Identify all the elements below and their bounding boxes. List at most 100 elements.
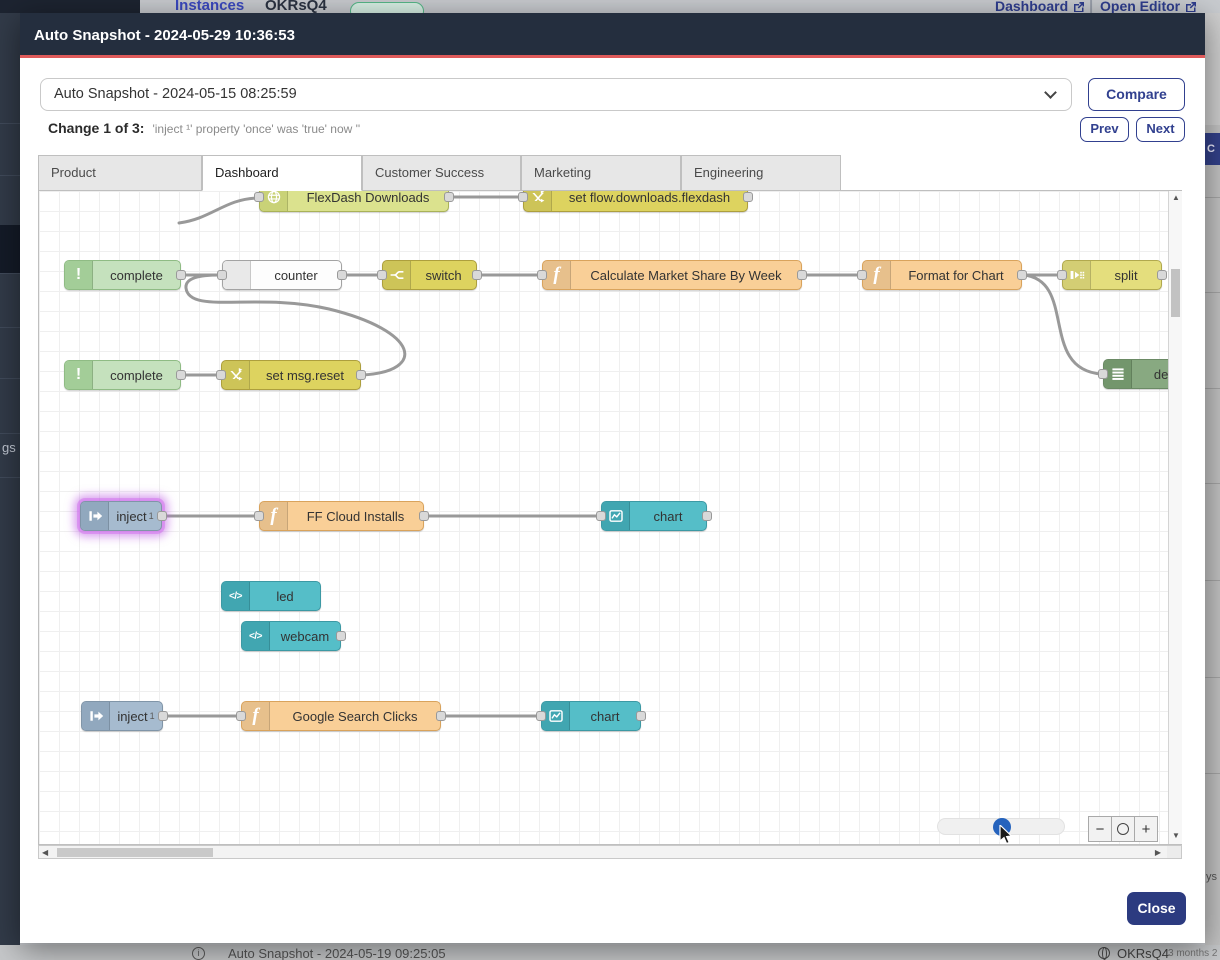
next-change-button[interactable]: Next [1136, 117, 1185, 142]
flow-node-inject-1[interactable]: inject1 [80, 501, 162, 531]
open-editor-link[interactable]: Open Editor [1100, 0, 1197, 13]
background-top-bar: Instances OKRsQ4 Dashboard | Open Editor [0, 0, 1220, 13]
node-output-port[interactable] [472, 270, 482, 280]
node-label: chart [570, 702, 640, 730]
node-output-port[interactable] [797, 270, 807, 280]
node-output-port[interactable] [337, 270, 347, 280]
flow-node-led[interactable]: </>led [221, 581, 321, 611]
mouse-cursor [999, 825, 1015, 844]
node-label: Google Search Clicks [270, 702, 440, 730]
node-label: chart [630, 502, 706, 530]
node-output-port[interactable] [356, 370, 366, 380]
background-snapshot-name: Auto Snapshot - 2024-05-19 09:25:05 [228, 946, 446, 960]
node-input-port[interactable] [254, 511, 264, 521]
node-input-port[interactable] [537, 270, 547, 280]
chevron-down-icon [1044, 86, 1057, 99]
modal-title: Auto Snapshot - 2024-05-29 10:36:53 [34, 13, 295, 58]
node-label: led [250, 582, 320, 610]
close-button[interactable]: Close [1127, 892, 1186, 925]
flow-node-inject-2[interactable]: inject1 [81, 701, 163, 731]
background-instance-name: OKRsQ4 [1117, 946, 1169, 960]
scroll-up-icon[interactable]: ▲ [1172, 193, 1180, 202]
vertical-scroll-thumb[interactable] [1171, 269, 1180, 317]
flow-node-flexdash-downloads[interactable]: FlexDash Downloads [259, 191, 449, 212]
node-label: inject1 [110, 702, 162, 730]
node-input-port[interactable] [536, 711, 546, 721]
scroll-down-icon[interactable]: ▼ [1172, 831, 1180, 840]
snapshot-select[interactable]: Auto Snapshot - 2024-05-15 08:25:59 [40, 78, 1072, 111]
open-editor-link-label: Open Editor [1100, 0, 1180, 13]
node-input-port[interactable] [216, 370, 226, 380]
prev-change-button[interactable]: Prev [1080, 117, 1129, 142]
flow-node-set-flow-downloads-flexdash[interactable]: set flow.downloads.flexdash [523, 191, 748, 212]
node-input-port[interactable] [1057, 270, 1067, 280]
tab-customer-success[interactable]: Customer Success [362, 155, 521, 191]
node-output-port[interactable] [436, 711, 446, 721]
flow-node-chart-1[interactable]: chart [601, 501, 707, 531]
flow-node-debug[interactable]: debug [1103, 359, 1168, 389]
globe-icon [260, 191, 288, 211]
tab-marketing[interactable]: Marketing [521, 155, 681, 191]
node-output-port[interactable] [419, 511, 429, 521]
scroll-right-icon[interactable]: ▶ [1155, 848, 1161, 857]
flow-node-counter[interactable]: counter [222, 260, 342, 290]
dashboard-link-label: Dashboard [995, 0, 1068, 13]
node-output-port[interactable] [1157, 270, 1167, 280]
flow-node-format-for-chart[interactable]: fFormat for Chart [862, 260, 1022, 290]
node-label: complete [93, 361, 180, 389]
flow-node-ff-cloud-installs[interactable]: fFF Cloud Installs [259, 501, 424, 531]
tab-engineering[interactable]: Engineering [681, 155, 841, 191]
node-input-port[interactable] [217, 270, 227, 280]
zoom-out-button[interactable]: − [1088, 816, 1112, 842]
breadcrumb-instances[interactable]: Instances [175, 0, 244, 13]
link-divider: | [1089, 0, 1093, 13]
flow-node-complete-2[interactable]: !complete [64, 360, 181, 390]
flow-node-webcam[interactable]: </>webcam [241, 621, 341, 651]
node-output-port[interactable] [336, 631, 346, 641]
node-label: set msg.reset [250, 361, 360, 389]
flow-node-complete-1[interactable]: !complete [64, 260, 181, 290]
flow-node-split[interactable]: split [1062, 260, 1162, 290]
tab-dashboard[interactable]: Dashboard [202, 155, 362, 191]
node-output-port[interactable] [444, 192, 454, 202]
node-output-port[interactable] [743, 192, 753, 202]
external-link-icon [1073, 1, 1085, 13]
flow-node-set-msg-reset[interactable]: set msg.reset [221, 360, 361, 390]
node-input-port[interactable] [857, 270, 867, 280]
node-output-port[interactable] [176, 270, 186, 280]
node-input-port[interactable] [236, 711, 246, 721]
scroll-left-icon[interactable]: ◀ [42, 848, 48, 857]
complete-icon: ! [65, 361, 93, 389]
node-input-port[interactable] [596, 511, 606, 521]
node-input-port[interactable] [254, 192, 264, 202]
node-output-port[interactable] [158, 711, 168, 721]
flow-node-google-search-clicks[interactable]: fGoogle Search Clicks [241, 701, 441, 731]
flow-node-switch[interactable]: switch [382, 260, 477, 290]
horizontal-scroll-thumb[interactable] [57, 848, 213, 857]
node-input-port[interactable] [377, 270, 387, 280]
node-output-port[interactable] [157, 511, 167, 521]
tab-product[interactable]: Product [38, 155, 202, 191]
canvas-horizontal-scrollbar[interactable]: ◀ ▶ [38, 845, 1182, 859]
node-input-port[interactable] [518, 192, 528, 202]
canvas-vertical-scrollbar[interactable]: ▲ ▼ [1168, 191, 1182, 844]
node-label: Calculate Market Share By Week [571, 261, 801, 289]
node-label: Format for Chart [891, 261, 1021, 289]
compare-button[interactable]: Compare [1088, 78, 1185, 111]
flow-canvas[interactable]: FlexDash Downloads set flow.downloads.fle… [38, 190, 1182, 845]
dashboard-link[interactable]: Dashboard [995, 0, 1085, 13]
flow-node-chart-2[interactable]: chart [541, 701, 641, 731]
change-icon [524, 191, 552, 211]
node-output-port[interactable] [1017, 270, 1027, 280]
node-output-port[interactable] [636, 711, 646, 721]
sidebar-active-item[interactable] [0, 225, 20, 273]
split-icon [1063, 261, 1091, 289]
zoom-reset-icon [1117, 823, 1129, 835]
zoom-in-button[interactable]: + [1134, 816, 1158, 842]
zoom-reset-button[interactable] [1111, 816, 1135, 842]
chart-icon [602, 502, 630, 530]
node-output-port[interactable] [176, 370, 186, 380]
node-input-port[interactable] [1098, 369, 1108, 379]
node-output-port[interactable] [702, 511, 712, 521]
flow-node-calculate-market-share[interactable]: fCalculate Market Share By Week [542, 260, 802, 290]
